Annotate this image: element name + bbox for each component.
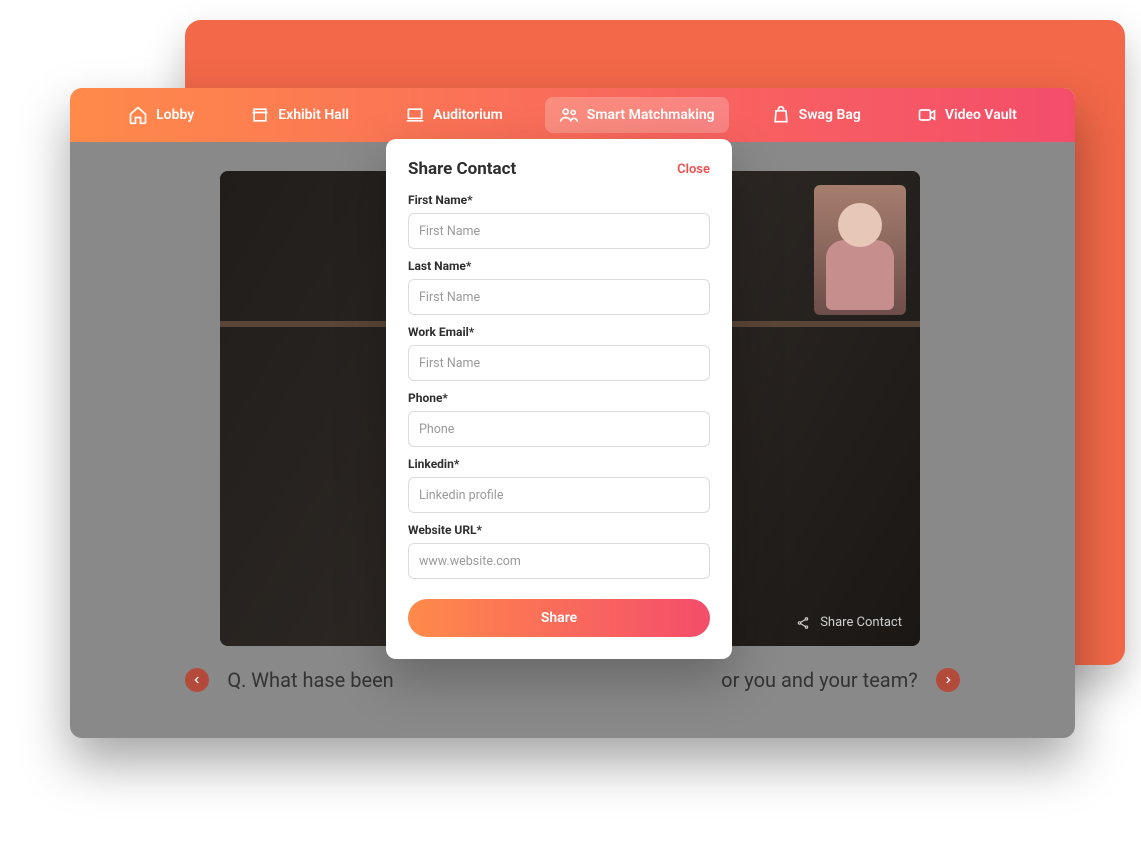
bag-icon (771, 105, 791, 125)
nav-auditorium[interactable]: Auditorium (391, 97, 517, 133)
question-text: Q. What hase been xxxxxxxxxxxxxxxxxxxxxx… (227, 668, 917, 692)
nav-label: Video Vault (945, 107, 1017, 123)
linkedin-field[interactable] (408, 477, 710, 513)
question-text-left: Q. What hase been (227, 668, 398, 692)
prev-question-button[interactable] (185, 668, 209, 692)
question-row: Q. What hase been xxxxxxxxxxxxxxxxxxxxxx… (70, 668, 1075, 692)
nav-smart-matchmaking[interactable]: Smart Matchmaking (545, 97, 729, 133)
nav-label: Swag Bag (799, 107, 861, 123)
phone-label: Phone* (408, 391, 710, 405)
website-label: Website URL* (408, 523, 710, 537)
nav-video-vault[interactable]: Video Vault (903, 97, 1031, 133)
website-field[interactable] (408, 543, 710, 579)
question-text-right: or you and your team? (721, 668, 918, 692)
nav-exhibit-hall[interactable]: Exhibit Hall (236, 97, 363, 133)
work-email-field[interactable] (408, 345, 710, 381)
video-icon (917, 105, 937, 125)
nav-label: Auditorium (433, 107, 503, 123)
phone-field[interactable] (408, 411, 710, 447)
last-name-field[interactable] (408, 279, 710, 315)
nav-label: Smart Matchmaking (587, 107, 715, 123)
app-window: Lobby Exhibit Hall Auditorium Smart Matc… (70, 88, 1075, 738)
share-contact-label: Share Contact (820, 615, 902, 630)
chevron-left-icon (192, 675, 202, 685)
store-icon (250, 105, 270, 125)
nav-label: Exhibit Hall (278, 107, 349, 123)
share-button[interactable]: Share (408, 599, 710, 637)
people-icon (559, 105, 579, 125)
chevron-right-icon (943, 675, 953, 685)
first-name-field[interactable] (408, 213, 710, 249)
modal-title: Share Contact (408, 159, 516, 179)
video-pip (814, 185, 906, 315)
share-contact-link[interactable]: Share Contact (796, 615, 902, 630)
top-nav: Lobby Exhibit Hall Auditorium Smart Matc… (70, 88, 1075, 142)
nav-swag-bag[interactable]: Swag Bag (757, 97, 875, 133)
first-name-label: First Name* (408, 193, 710, 207)
laptop-icon (405, 105, 425, 125)
linkedin-label: Linkedin* (408, 457, 710, 471)
nav-lobby[interactable]: Lobby (114, 97, 208, 133)
work-email-label: Work Email* (408, 325, 710, 339)
next-question-button[interactable] (936, 668, 960, 692)
share-contact-modal: Share Contact Close First Name* Last Nam… (386, 139, 732, 659)
nav-label: Lobby (156, 107, 194, 123)
home-icon (128, 105, 148, 125)
share-icon (796, 616, 810, 630)
close-button[interactable]: Close (677, 162, 710, 177)
last-name-label: Last Name* (408, 259, 710, 273)
